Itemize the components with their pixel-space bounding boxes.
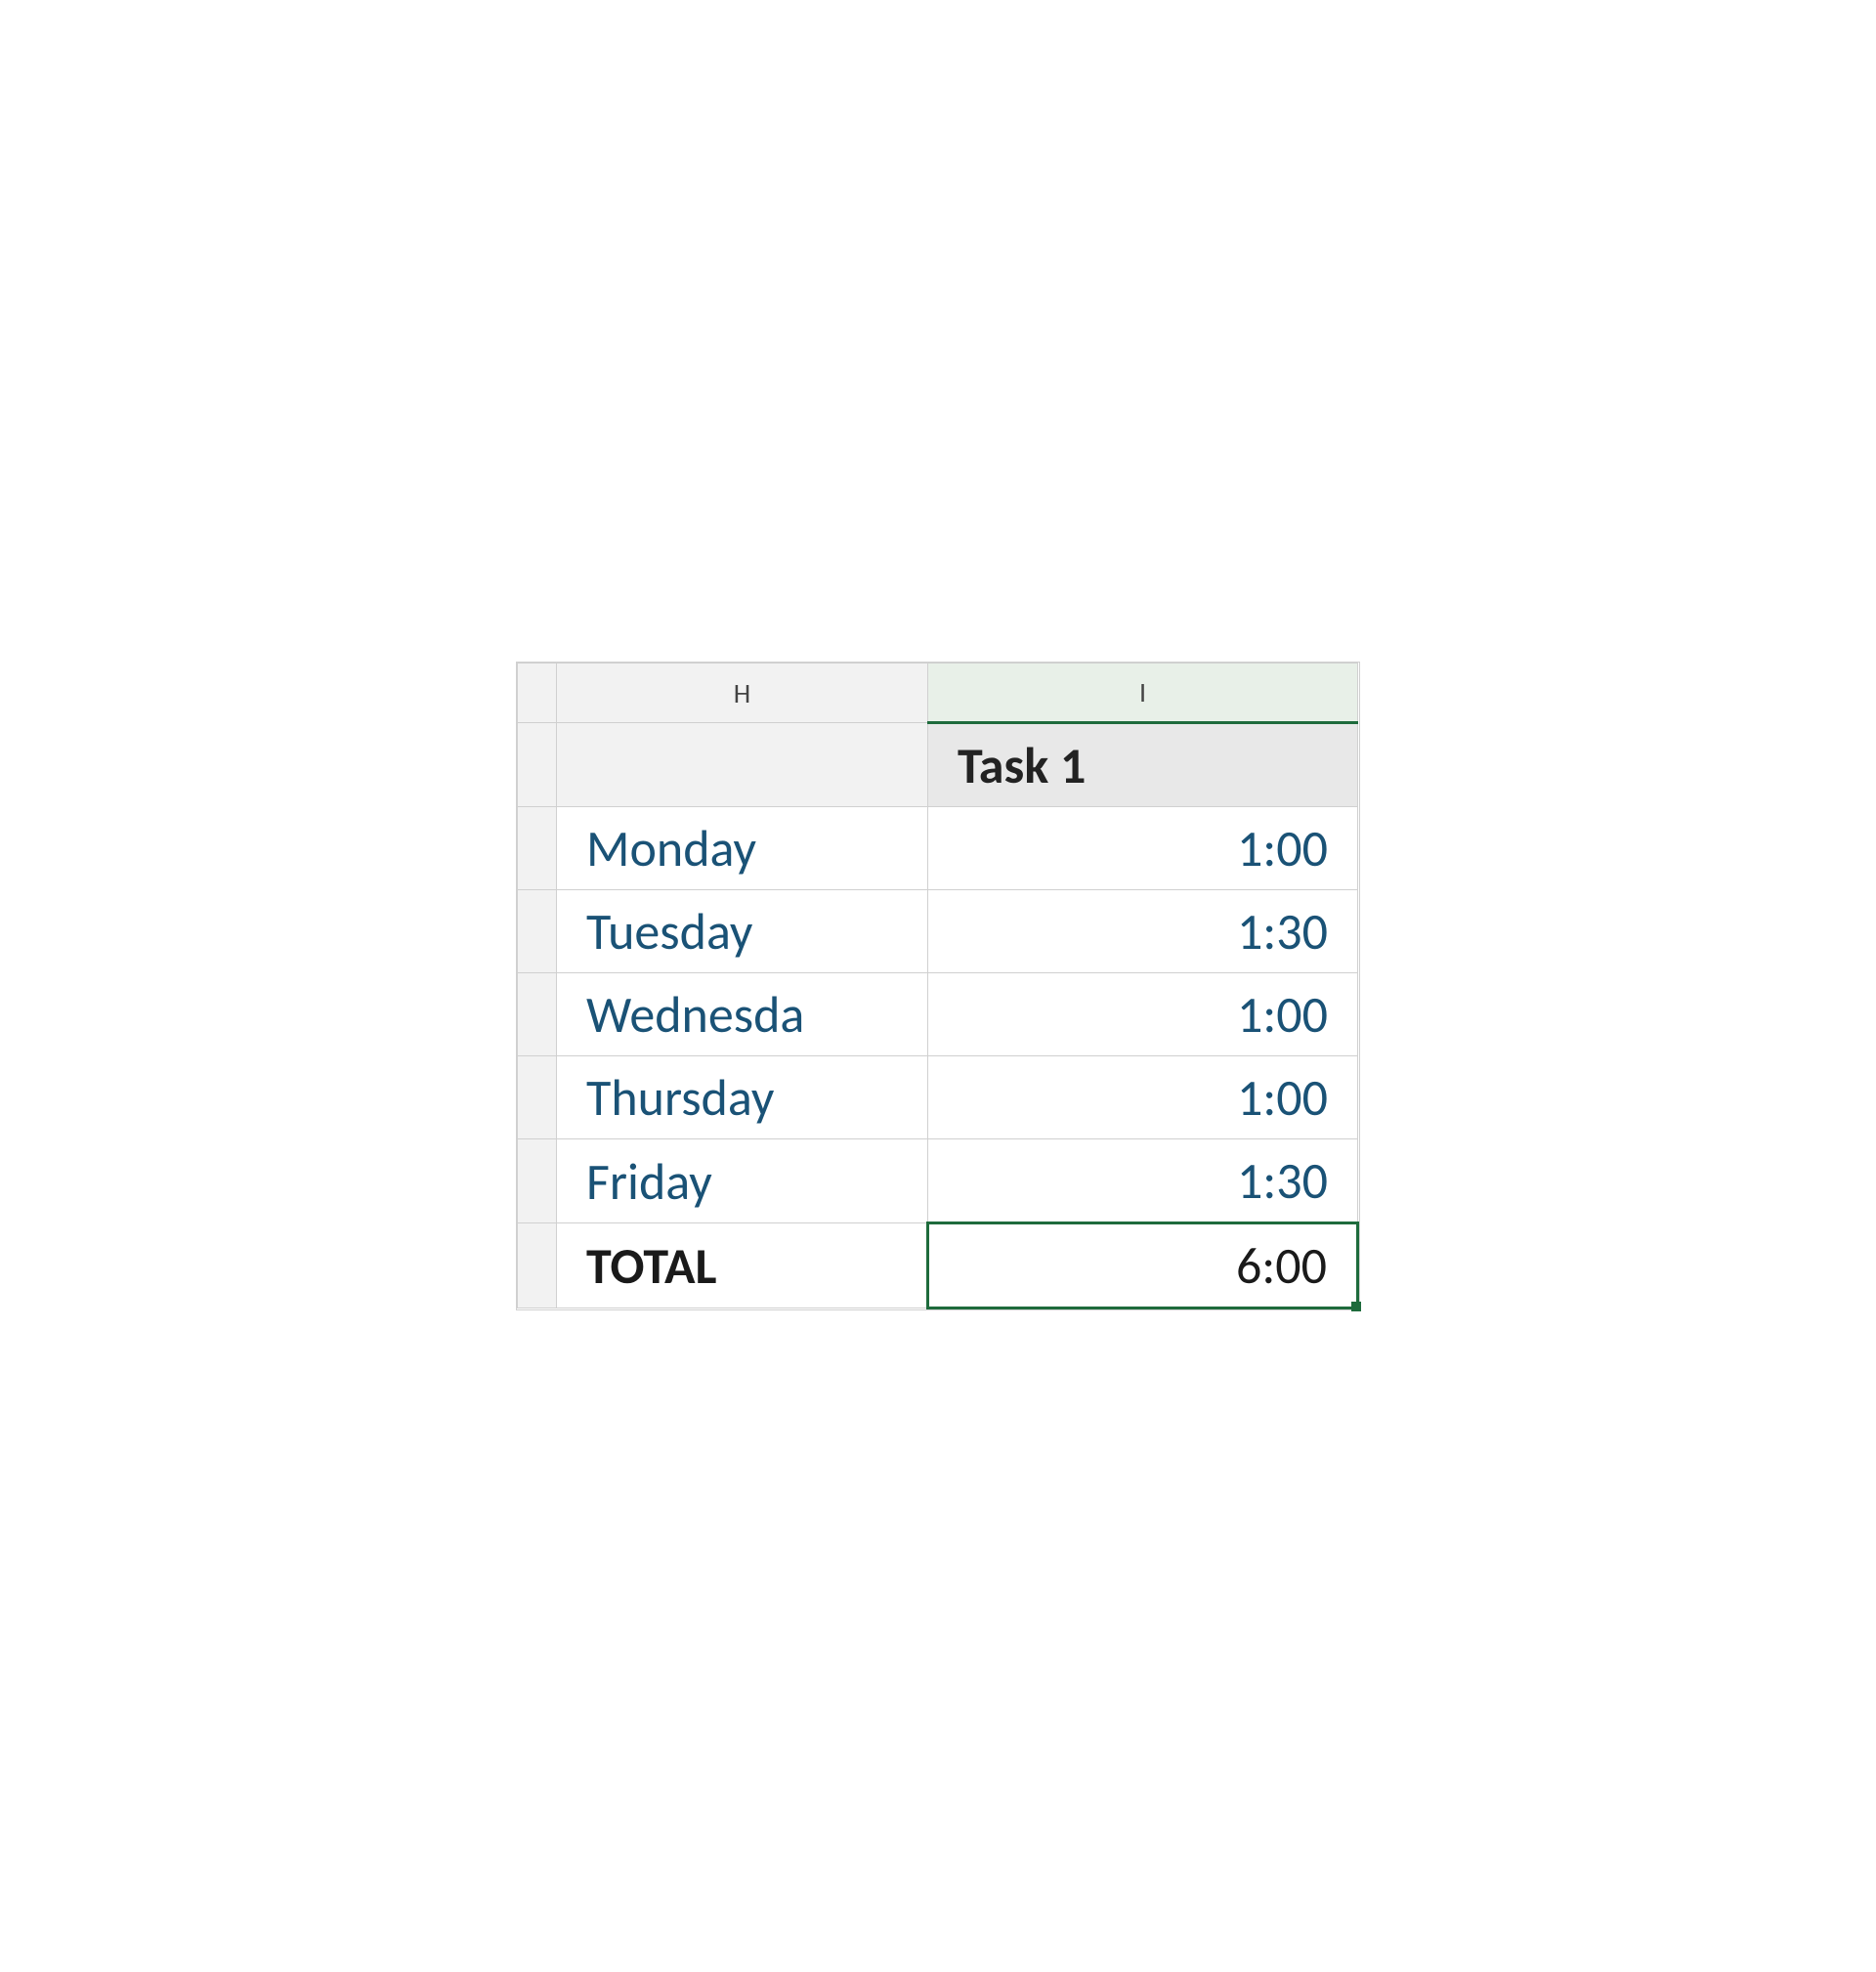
cell-time-3[interactable]: 1:00 — [928, 1056, 1358, 1139]
cell-day-4[interactable]: Friday — [557, 1139, 928, 1223]
cell-empty-header[interactable] — [557, 723, 928, 807]
cell-time-4[interactable]: 1:30 — [928, 1139, 1358, 1223]
row-num-5 — [518, 1056, 557, 1139]
cell-time-2[interactable]: 1:00 — [928, 973, 1358, 1056]
cell-day-1[interactable]: Tuesday — [557, 890, 928, 973]
cell-total-label[interactable]: TOTAL — [557, 1223, 928, 1308]
cell-day-3[interactable]: Thursday — [557, 1056, 928, 1139]
col-header-i[interactable]: I — [928, 664, 1358, 723]
col-row-num — [518, 664, 557, 723]
row-num-6 — [518, 1139, 557, 1223]
cell-day-2[interactable]: Wednesda — [557, 973, 928, 1056]
spreadsheet: H I Task 1 Monday 1:00 Tuesday 1:30 — [516, 662, 1360, 1310]
cell-time-1[interactable]: 1:30 — [928, 890, 1358, 973]
fill-handle[interactable] — [1351, 1302, 1361, 1311]
table-row: Monday 1:00 — [518, 807, 1358, 890]
cell-day-0[interactable]: Monday — [557, 807, 928, 890]
table-row: Wednesda 1:00 — [518, 973, 1358, 1056]
row-num-2 — [518, 807, 557, 890]
cell-task-label[interactable]: Task 1 — [928, 723, 1358, 807]
row-num-3 — [518, 890, 557, 973]
task-header-row: Task 1 — [518, 723, 1358, 807]
table-row: Thursday 1:00 — [518, 1056, 1358, 1139]
col-header-h[interactable]: H — [557, 664, 928, 723]
table-row: Tuesday 1:30 — [518, 890, 1358, 973]
row-num-7 — [518, 1223, 557, 1308]
cell-time-0[interactable]: 1:00 — [928, 807, 1358, 890]
total-value-text: 6:00 — [1236, 1234, 1327, 1297]
table-row: Friday 1:30 — [518, 1139, 1358, 1223]
total-row: TOTAL 6:00 — [518, 1223, 1358, 1308]
cell-total-value[interactable]: 6:00 — [928, 1223, 1358, 1308]
row-num-4 — [518, 973, 557, 1056]
row-num-1 — [518, 723, 557, 807]
